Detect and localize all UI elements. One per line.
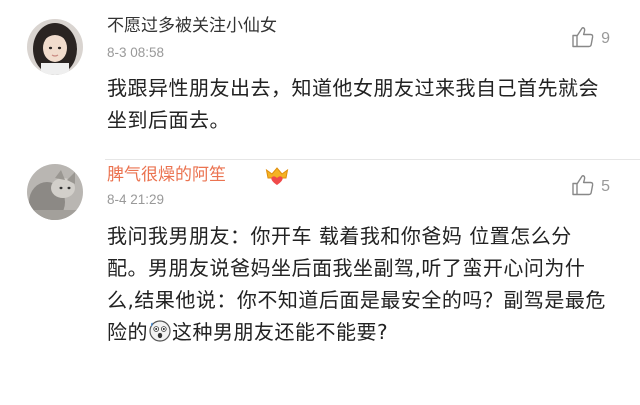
avatar[interactable] xyxy=(27,19,83,75)
comment-text: 我问我男朋友：你开车 载着我和你爸妈 位置怎么分配。男朋友说爸妈坐后面我坐副驾,… xyxy=(107,220,612,351)
thumbs-up-icon xyxy=(571,174,595,200)
comment-item: 不愿过多被关注小仙女 8-3 08:58 9 我跟异性朋友出去，知道他女朋友过来… xyxy=(0,0,640,160)
crown-heart-icon xyxy=(265,166,289,190)
like-count: 5 xyxy=(601,178,610,195)
timestamp: 8-4 21:29 xyxy=(107,192,165,207)
username[interactable]: 脾气很燥的阿笙 xyxy=(107,164,226,186)
comment-text-part: 这种男朋友还能不能要? xyxy=(172,320,389,344)
timestamp: 8-3 08:58 xyxy=(107,45,165,60)
comment-text: 我跟异性朋友出去，知道他女朋友过来我自己首先就会坐到后面去。 xyxy=(107,76,599,132)
username[interactable]: 不愿过多被关注小仙女 xyxy=(107,15,277,37)
comment-item: 脾气很燥的阿笙 8-4 21:29 5 我问我男朋友：你开车 载着我和你爸妈 位… xyxy=(0,160,640,405)
like-count: 9 xyxy=(601,30,610,47)
thumbs-up-icon xyxy=(571,26,595,52)
like-button[interactable]: 5 xyxy=(571,174,610,200)
shocked-face-emoji-icon xyxy=(149,319,171,351)
avatar[interactable] xyxy=(27,164,83,220)
like-button[interactable]: 9 xyxy=(571,26,610,52)
